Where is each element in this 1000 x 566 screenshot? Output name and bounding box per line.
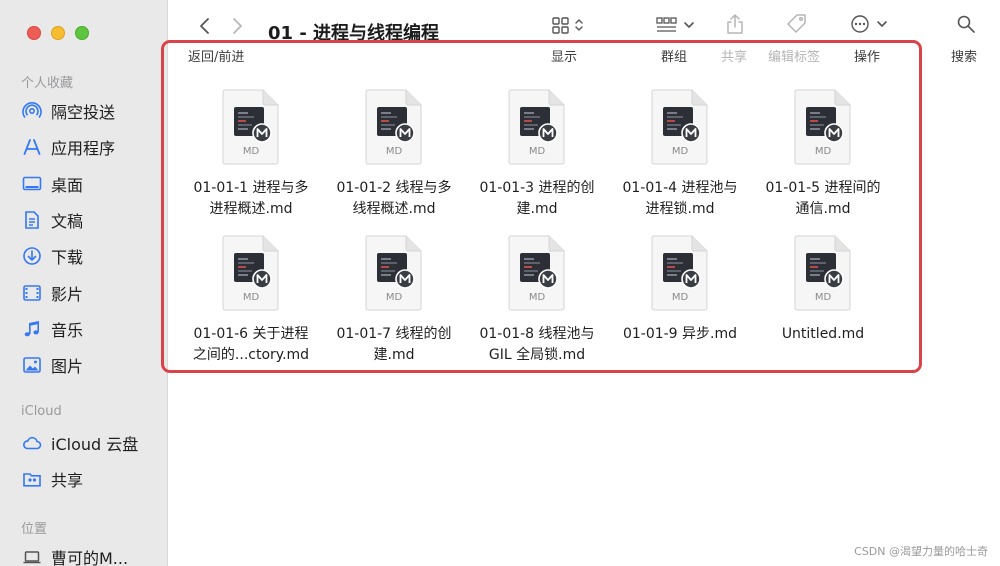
desktop-icon bbox=[22, 174, 42, 194]
sidebar-item-icloud-drive[interactable]: iCloud 云盘 bbox=[22, 431, 138, 455]
file-type-label: MD bbox=[671, 146, 689, 157]
locations-section-title: 位置 bbox=[21, 522, 48, 537]
sidebar-item-label: iCloud 云盘 bbox=[51, 435, 139, 454]
file-name: 01-01-4 进程池与 进程锁.md bbox=[622, 180, 738, 217]
markdown-file-icon: MD bbox=[793, 88, 853, 166]
movies-icon bbox=[22, 283, 42, 303]
sidebar-item-airdrop[interactable]: 隔空投送 bbox=[22, 99, 115, 123]
cloud-icon bbox=[22, 433, 42, 453]
sidebar-item-downloads[interactable]: 下载 bbox=[22, 244, 83, 268]
sidebar-item-label: 影片 bbox=[51, 285, 84, 304]
documents-icon bbox=[22, 210, 42, 230]
grid-view-icon bbox=[551, 15, 585, 39]
window-controls bbox=[27, 26, 89, 40]
applications-icon bbox=[22, 137, 42, 157]
search-label: 搜索 bbox=[951, 50, 978, 65]
file-type-label: MD bbox=[242, 146, 260, 157]
file-name: 01-01-5 进程间的 通信.md bbox=[765, 180, 881, 217]
file-name: 01-01-6 关于进程 之间的...ctory.md bbox=[192, 326, 310, 363]
tag-icon bbox=[786, 13, 808, 39]
laptop-icon bbox=[22, 547, 42, 566]
sidebar-item-movies[interactable]: 影片 bbox=[22, 281, 83, 305]
downloads-icon bbox=[22, 246, 42, 266]
music-icon bbox=[22, 319, 42, 339]
file-type-label: MD bbox=[242, 292, 260, 303]
file-item[interactable]: MD 01-01-9 异步.md bbox=[609, 234, 751, 345]
file-item[interactable]: MD Untitled.md bbox=[752, 234, 894, 345]
sidebar-item-pictures[interactable]: 图片 bbox=[22, 353, 83, 377]
sidebar: 个人收藏 隔空投送 应用程序 桌面 文稿 下载 影片 音乐 图片 iCloud … bbox=[0, 0, 168, 566]
markdown-file-icon: MD bbox=[364, 88, 424, 166]
favorites-section-title: 个人收藏 bbox=[21, 76, 74, 91]
sidebar-item-label: 应用程序 bbox=[51, 139, 116, 158]
watermark: CSDN @渴望力量的哈士奇 bbox=[854, 545, 988, 558]
search-icon bbox=[956, 14, 976, 38]
file-item[interactable]: MD 01-01-6 关于进程 之间的...ctory.md bbox=[180, 234, 322, 366]
close-window-button[interactable] bbox=[27, 26, 41, 40]
group-list-icon bbox=[655, 15, 697, 39]
sidebar-item-label: 图片 bbox=[51, 357, 84, 376]
sidebar-item-shared[interactable]: 共享 bbox=[22, 467, 83, 491]
view-options-button[interactable] bbox=[548, 16, 588, 38]
file-type-label: MD bbox=[528, 292, 546, 303]
markdown-file-icon: MD bbox=[364, 234, 424, 312]
file-item[interactable]: MD 01-01-5 进程间的 通信.md bbox=[752, 88, 894, 220]
file-name: 01-01-7 线程的创 建.md bbox=[336, 326, 452, 363]
window-title: 01 - 进程与线程编程 bbox=[268, 23, 440, 40]
file-type-label: MD bbox=[528, 146, 546, 157]
file-item[interactable]: MD 01-01-4 进程池与 进程锁.md bbox=[609, 88, 751, 220]
file-item[interactable]: MD 01-01-2 线程与多 线程概述.md bbox=[323, 88, 465, 220]
sidebar-item-desktop[interactable]: 桌面 bbox=[22, 172, 83, 196]
back-button[interactable] bbox=[196, 16, 214, 36]
zoom-window-button[interactable] bbox=[75, 26, 89, 40]
more-actions-icon bbox=[849, 14, 889, 38]
file-item[interactable]: MD 01-01-3 进程的创 建.md bbox=[466, 88, 608, 220]
file-name: 01-01-3 进程的创 建.md bbox=[479, 180, 595, 217]
sidebar-item-label: 隔空投送 bbox=[51, 103, 116, 122]
share-button[interactable] bbox=[725, 14, 745, 38]
edit-tags-button[interactable] bbox=[785, 14, 809, 38]
sidebar-item-label: 下载 bbox=[51, 248, 84, 267]
file-item[interactable]: MD 01-01-7 线程的创 建.md bbox=[323, 234, 465, 366]
group-button[interactable] bbox=[654, 16, 698, 38]
file-name: 01-01-1 进程与多 进程概述.md bbox=[193, 180, 309, 217]
markdown-file-icon: MD bbox=[507, 234, 567, 312]
pictures-icon bbox=[22, 355, 42, 375]
sidebar-item-label: 音乐 bbox=[51, 321, 84, 340]
sidebar-item-label: 曹可的M... bbox=[51, 549, 129, 566]
file-item[interactable]: MD 01-01-1 进程与多 进程概述.md bbox=[180, 88, 322, 220]
sidebar-item-mac[interactable]: 曹可的M... bbox=[22, 545, 128, 566]
action-button[interactable] bbox=[848, 15, 890, 37]
sidebar-item-music[interactable]: 音乐 bbox=[22, 317, 83, 341]
markdown-file-icon: MD bbox=[793, 234, 853, 312]
markdown-file-icon: MD bbox=[221, 88, 281, 166]
search-button[interactable] bbox=[954, 14, 978, 38]
markdown-file-icon: MD bbox=[650, 234, 710, 312]
markdown-file-icon: MD bbox=[650, 88, 710, 166]
file-type-label: MD bbox=[814, 292, 832, 303]
markdown-file-icon: MD bbox=[507, 88, 567, 166]
file-type-label: MD bbox=[671, 292, 689, 303]
sidebar-item-documents[interactable]: 文稿 bbox=[22, 208, 83, 232]
file-item[interactable]: MD 01-01-8 线程池与 GIL 全局锁.md bbox=[466, 234, 608, 366]
file-name: 01-01-9 异步.md bbox=[622, 326, 738, 342]
file-name: 01-01-2 线程与多 线程概述.md bbox=[336, 180, 452, 217]
airdrop-icon bbox=[22, 101, 42, 121]
file-name: 01-01-8 线程池与 GIL 全局锁.md bbox=[479, 326, 595, 363]
share-icon bbox=[726, 13, 744, 39]
sidebar-item-label: 共享 bbox=[51, 471, 84, 490]
shared-folder-icon bbox=[22, 469, 42, 489]
file-type-label: MD bbox=[385, 146, 403, 157]
file-type-label: MD bbox=[385, 292, 403, 303]
sidebar-item-label: 桌面 bbox=[51, 176, 84, 195]
markdown-file-icon: MD bbox=[221, 234, 281, 312]
file-name: Untitled.md bbox=[781, 326, 865, 342]
file-type-label: MD bbox=[814, 146, 832, 157]
sidebar-item-applications[interactable]: 应用程序 bbox=[22, 135, 115, 159]
forward-button[interactable] bbox=[228, 16, 246, 36]
icloud-section-title: iCloud bbox=[21, 404, 62, 419]
sidebar-item-label: 文稿 bbox=[51, 212, 84, 231]
minimize-window-button[interactable] bbox=[51, 26, 65, 40]
